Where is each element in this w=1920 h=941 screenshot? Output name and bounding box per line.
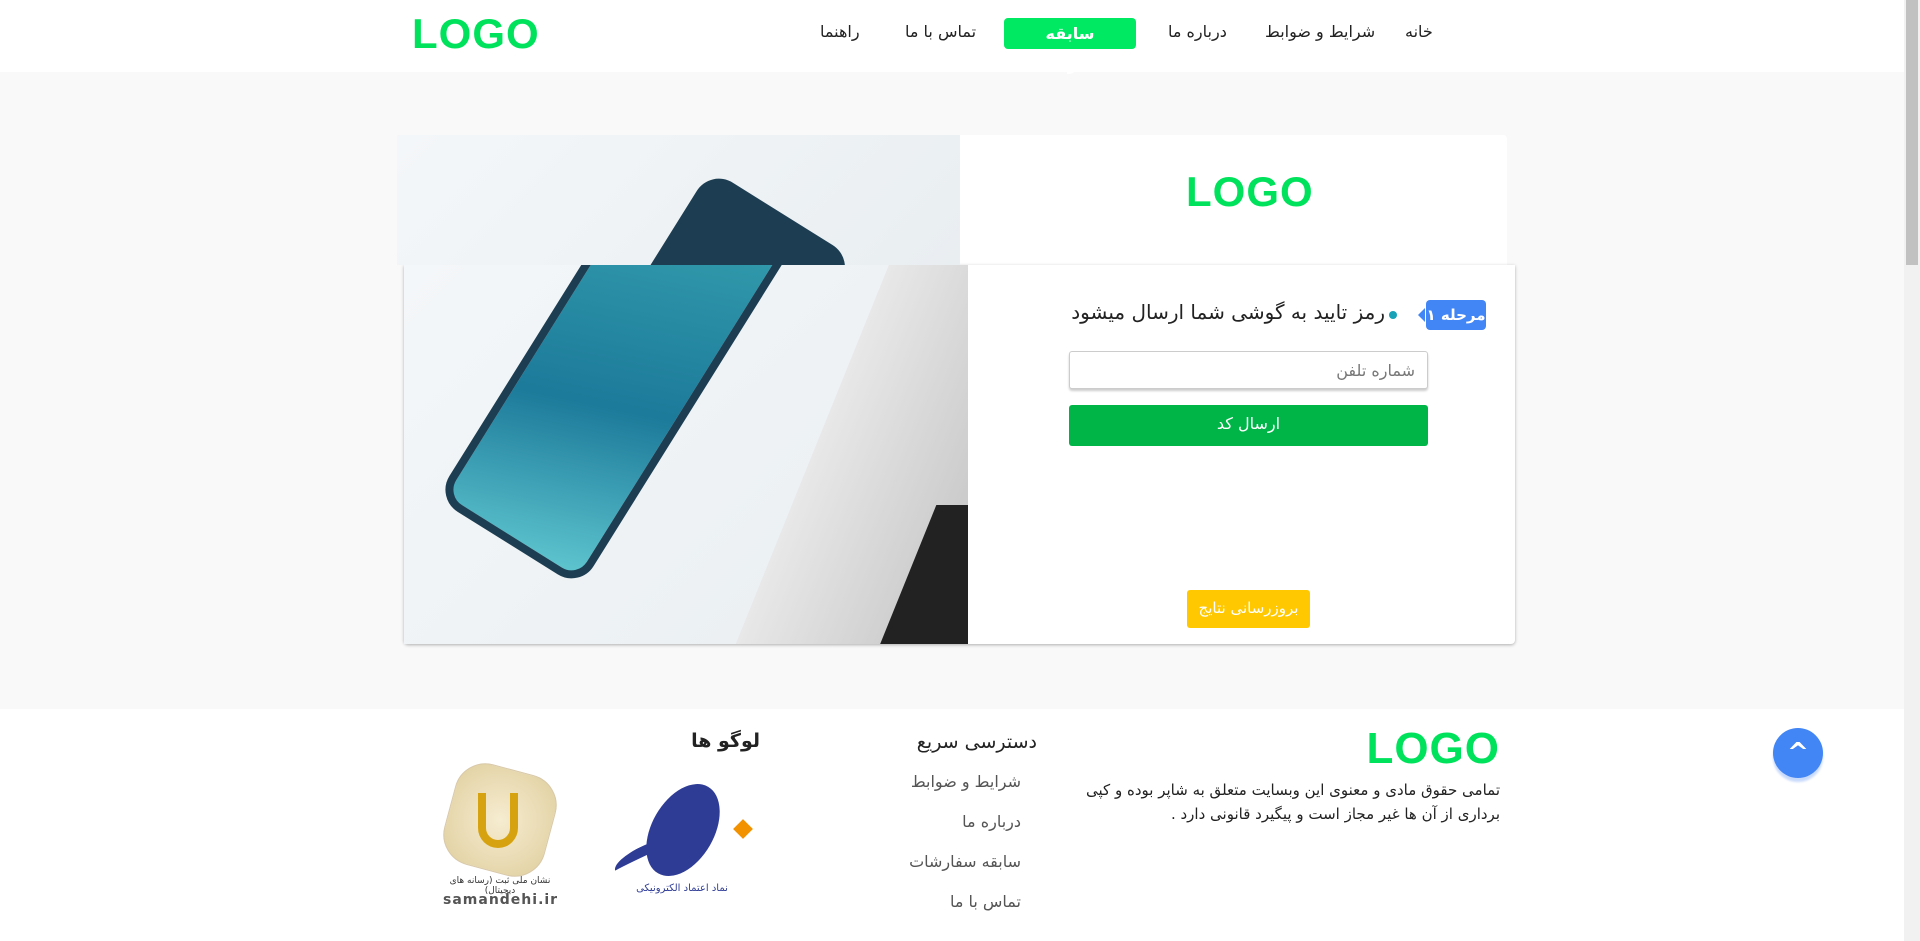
enamad-caption: نماد اعتماد الکترونیکی [636, 883, 728, 894]
quick-access-title: دسترسی سریع [916, 731, 1037, 753]
samandehi-badge[interactable]: نشان ملی ثبت (رسانه های دیجیتال) samande… [436, 756, 564, 913]
step-instruction: رمز تایید به گوشی شما ارسال میشود [1071, 300, 1385, 324]
hero-photo-top [397, 135, 960, 265]
nav-home[interactable]: خانه [1405, 22, 1433, 41]
card-logo: LOGO [1186, 168, 1314, 215]
back-to-top-button[interactable]: ^ [1773, 728, 1823, 778]
samandehi-url: samandehi.ir [443, 892, 559, 908]
send-code-button[interactable]: ارسال کد [1069, 405, 1428, 446]
footer-link-terms[interactable]: شرایط و ضوابط [911, 772, 1021, 791]
enamad-badge[interactable]: نماد اعتماد الکترونیکی [610, 771, 753, 900]
scrollbar-thumb[interactable] [1906, 0, 1918, 265]
footer-logo: LOGO [1366, 724, 1500, 773]
bullet-icon [1389, 311, 1397, 319]
header-logo[interactable]: LOGO [412, 10, 540, 58]
step-badge: مرحله ۱ [1418, 300, 1486, 330]
enamad-logo-icon [631, 771, 735, 889]
footer-link-orders[interactable]: سابقه سفارشات [909, 852, 1021, 871]
chevron-up-icon: ^ [1787, 738, 1809, 768]
nav-order-history[interactable]: سابقه سفارشات [1004, 18, 1136, 74]
nav-about[interactable]: درباره ما [1168, 22, 1227, 41]
logos-title: لوگو ها [691, 730, 760, 752]
hero-photo [404, 265, 968, 644]
nav-contact[interactable]: تماس با ما [905, 22, 976, 41]
phone-input[interactable] [1069, 351, 1428, 389]
phone-image [435, 265, 803, 589]
nav-guide[interactable]: راهنما [820, 22, 860, 41]
refresh-results-button[interactable]: بروزرسانی نتایج [1187, 590, 1310, 628]
footer-link-about[interactable]: درباره ما [962, 812, 1021, 831]
footer-link-contact[interactable]: تماس با ما [950, 892, 1021, 911]
copyright-text: تمامی حقوق مادی و معنوی این وبسایت متعلق… [1086, 781, 1500, 823]
nav-terms[interactable]: شرایط و ضوابط [1265, 22, 1375, 41]
